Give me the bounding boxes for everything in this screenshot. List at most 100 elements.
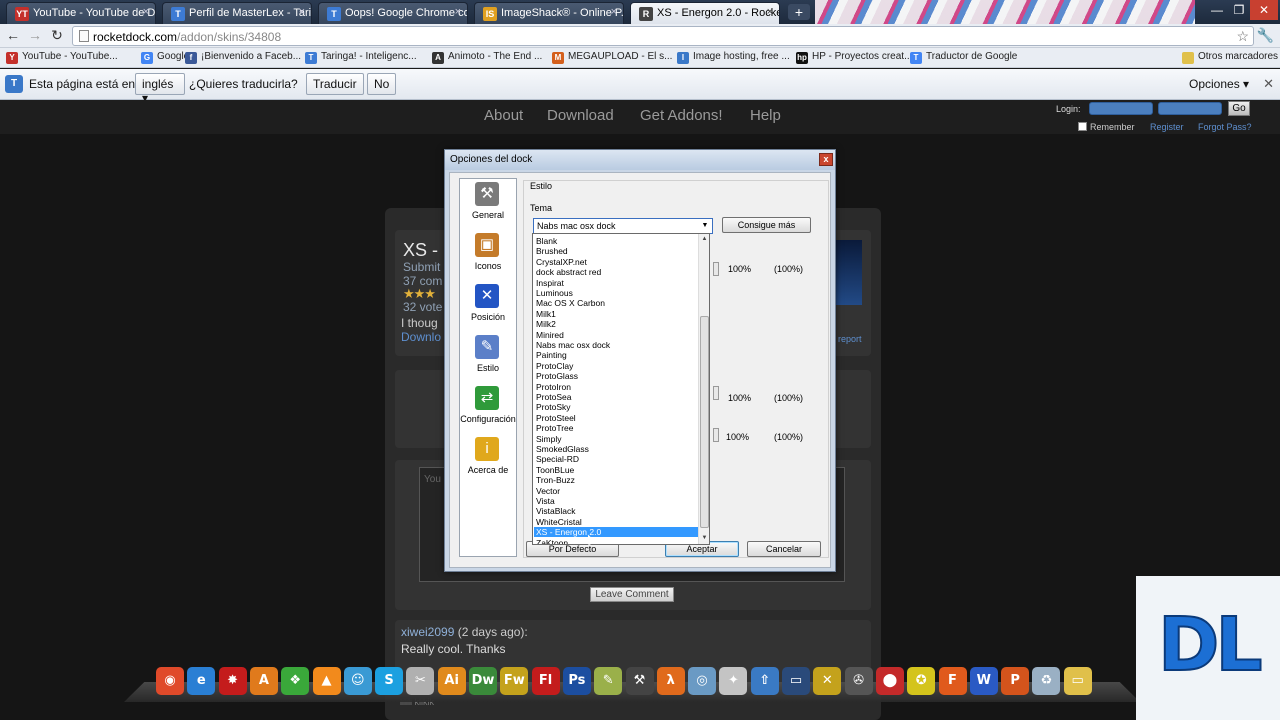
sidebar-configuraci-n-icon[interactable]: ⇄ <box>475 386 499 410</box>
slider-handle[interactable] <box>713 386 719 400</box>
red-app-icon[interactable]: ✸ <box>218 667 247 695</box>
bookmark-item[interactable]: f ¡Bienvenido a Faceb... <box>185 51 301 64</box>
theme-option[interactable]: Vista <box>534 496 698 506</box>
theme-option[interactable]: ProtoSea <box>534 392 698 402</box>
monitor-icon[interactable]: ▭ <box>782 667 810 695</box>
browser-tab[interactable]: T Perfil de MasterLex - Tari... × <box>162 2 312 24</box>
report-link[interactable]: report <box>838 334 862 344</box>
sidebar-general-icon[interactable]: ⚒ <box>475 182 499 206</box>
ie-icon[interactable]: e <box>187 667 216 695</box>
sidebar-item-label[interactable]: Acerca de <box>459 465 517 475</box>
nav-download[interactable]: Download <box>547 107 614 124</box>
theme-option[interactable]: ProtoSky <box>534 402 698 412</box>
theme-option[interactable]: CrystalXP.net <box>534 257 698 267</box>
theme-option[interactable]: ProtoGlass <box>534 371 698 381</box>
sidebar-item-label[interactable]: General <box>459 210 517 220</box>
scroll-thumb[interactable] <box>700 316 709 528</box>
addon-download-link[interactable]: Downlo <box>401 330 441 344</box>
disc-icon[interactable]: ◎ <box>688 667 717 695</box>
theme-option[interactable]: ToonBLue <box>534 465 698 475</box>
theme-option[interactable]: Inspirat <box>534 278 698 288</box>
scroll-up-icon[interactable]: ▲ <box>700 235 709 243</box>
slider-handle[interactable] <box>713 428 719 442</box>
bookmark-star-icon[interactable]: ☆ <box>1236 28 1249 45</box>
nav-about[interactable]: About <box>484 107 523 124</box>
theme-option[interactable]: Painting <box>534 350 698 360</box>
theme-option[interactable]: SmokedGlass <box>534 444 698 454</box>
close-infobar-icon[interactable]: ✕ <box>1263 76 1274 92</box>
close-window-button[interactable]: ✕ <box>1250 0 1278 20</box>
forgot-pass-link[interactable]: Forgot Pass? <box>1198 122 1252 132</box>
bookmark-item[interactable]: M MEGAUPLOAD - El s... <box>552 51 672 64</box>
other-bookmarks[interactable]: Otros marcadores <box>1182 51 1278 64</box>
messenger-icon[interactable]: ☺ <box>343 667 372 695</box>
theme-dropdown-list[interactable]: Blank Brushed CrystalXP.net dock abstract r… <box>532 233 710 545</box>
theme-option[interactable]: Blank <box>534 236 698 246</box>
theme-option[interactable]: Milk2 <box>534 319 698 329</box>
get-more-button[interactable]: Consigue más <box>722 217 811 233</box>
no-button[interactable]: No <box>367 73 397 95</box>
maximize-button[interactable]: ❐ <box>1228 0 1250 20</box>
new-tab-button[interactable]: + <box>788 4 810 20</box>
vlc-icon[interactable]: ▲ <box>312 667 341 695</box>
tab-close-icon[interactable]: × <box>455 6 461 18</box>
tab-close-icon[interactable]: × <box>143 6 149 18</box>
translate-options[interactable]: Opciones ▾ <box>1189 77 1249 91</box>
theme-option[interactable]: Special-RD <box>534 454 698 464</box>
cancel-button[interactable]: Cancelar <box>747 541 821 557</box>
theme-option[interactable]: ProtoSteel <box>534 413 698 423</box>
flame-icon[interactable]: F <box>938 667 967 695</box>
sidebar-posici-n-icon[interactable]: ✕ <box>475 284 499 308</box>
theme-option[interactable]: ZaKtoon <box>534 538 698 544</box>
remember-checkbox[interactable] <box>1078 122 1087 131</box>
tools-icon[interactable]: ✕ <box>813 667 842 695</box>
leave-comment-button[interactable]: Leave Comment <box>590 587 674 602</box>
dreamweaver-icon[interactable]: Dw <box>469 667 497 695</box>
sidebar-item-label[interactable]: Configuración <box>459 414 517 424</box>
scroll-down-icon[interactable]: ▼ <box>700 534 709 542</box>
login-go-button[interactable]: Go <box>1228 101 1250 116</box>
bookmark-item[interactable]: hp HP - Proyectos creat... <box>796 51 912 64</box>
reload-button[interactable]: ↻ <box>48 27 66 44</box>
word-icon[interactable]: W <box>969 667 998 695</box>
sidebar-iconos-icon[interactable]: ▣ <box>475 233 499 257</box>
slider-handle[interactable] <box>713 262 719 276</box>
password-field[interactable] <box>1158 102 1222 115</box>
theme-option[interactable]: Simply <box>534 434 698 444</box>
language-select[interactable]: inglés ▾ <box>135 73 185 105</box>
dialog-titlebar[interactable]: Opciones del dock x <box>445 150 835 170</box>
pliers-icon[interactable]: ⚒ <box>625 667 654 695</box>
register-link[interactable]: Register <box>1150 122 1184 132</box>
wrench-menu-icon[interactable]: 🔧 <box>1257 27 1274 44</box>
sidebar-item-label[interactable]: Estilo <box>459 363 517 373</box>
game-icon[interactable]: ⬤ <box>875 667 904 695</box>
avast-icon[interactable]: A <box>249 667 278 695</box>
theme-option[interactable]: XS - Energon 2.0 <box>534 527 698 538</box>
flash-icon[interactable]: Fl <box>531 667 560 695</box>
sidebar-item-label[interactable]: Iconos <box>459 261 517 271</box>
theme-option[interactable]: ProtoTree <box>534 423 698 433</box>
minimize-button[interactable]: — <box>1206 0 1228 20</box>
sidebar-estilo-icon[interactable]: ✎ <box>475 335 499 359</box>
tab-close-icon[interactable]: × <box>611 6 617 18</box>
chrome-icon[interactable]: ◉ <box>156 667 184 695</box>
theme-option[interactable]: Tron-Buzz <box>534 475 698 485</box>
bookmark-item[interactable]: T Traductor de Google <box>910 51 1017 64</box>
theme-option[interactable]: Luminous <box>534 288 698 298</box>
bookmark-item[interactable]: T Taringa! - Inteligenc... <box>305 51 417 64</box>
halflife-icon[interactable]: λ <box>656 667 685 695</box>
upload-icon[interactable]: ⇧ <box>750 667 779 695</box>
recycle-bin-icon[interactable]: ♻ <box>1032 667 1061 695</box>
dialog-close-button[interactable]: x <box>819 153 833 166</box>
bookmark-item[interactable]: A Animoto - The End ... <box>432 51 542 64</box>
theme-option[interactable]: Nabs mac osx dock <box>534 340 698 350</box>
theme-option[interactable]: Minired <box>534 330 698 340</box>
tab-close-icon[interactable]: × <box>767 6 773 18</box>
browser-tab[interactable]: R XS - Energon 2.0 - Rocket...× <box>630 2 780 24</box>
xp-icon[interactable]: ❖ <box>281 667 310 695</box>
skype-icon[interactable]: S <box>375 667 404 695</box>
bookmark-item[interactable]: I Image hosting, free ... <box>677 51 790 64</box>
theme-option[interactable]: WhiteCristal <box>534 517 698 527</box>
theme-option[interactable]: Brushed <box>534 246 698 256</box>
runner-icon[interactable]: ✪ <box>907 667 936 695</box>
